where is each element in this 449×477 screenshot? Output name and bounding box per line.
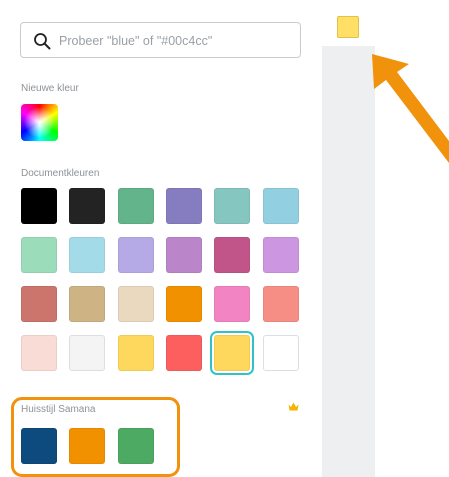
annotation-arrow bbox=[372, 54, 449, 163]
